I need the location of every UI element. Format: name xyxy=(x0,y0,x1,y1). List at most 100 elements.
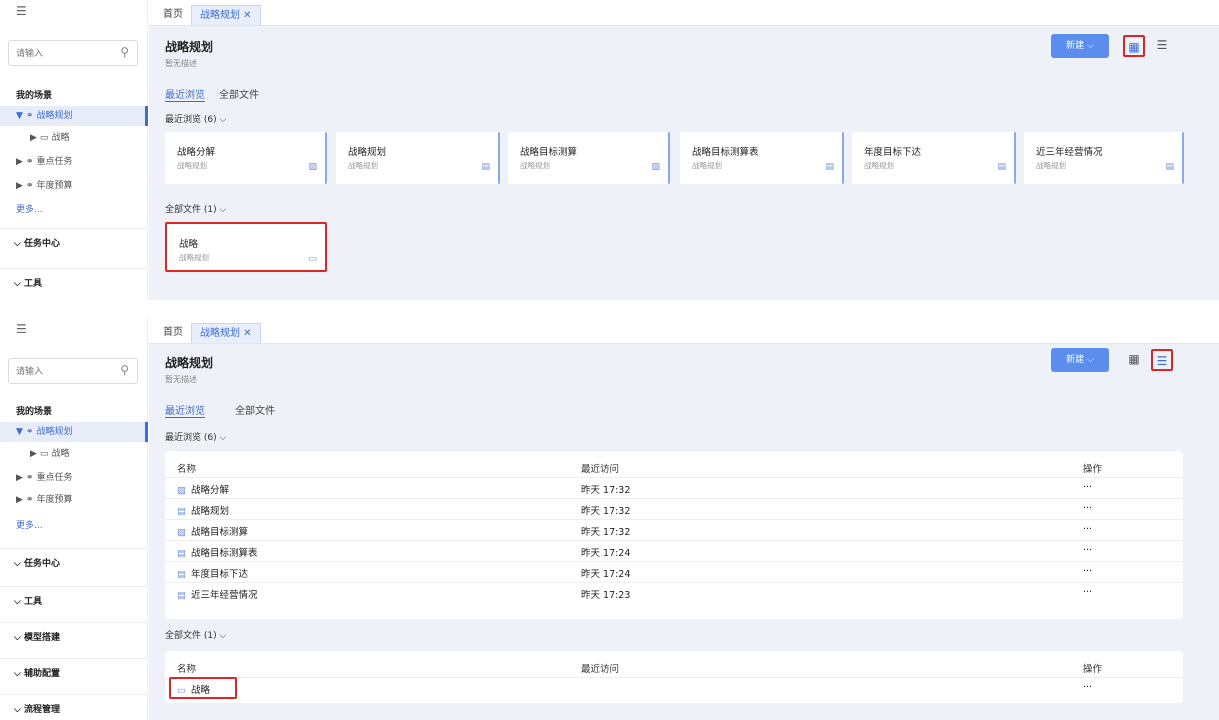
sidebar-item-strategy-planning[interactable]: ▼ ⚭ 战略规划 xyxy=(0,422,148,442)
list-view-icon[interactable]: ☰ xyxy=(1151,35,1173,57)
more-actions-icon: ··· xyxy=(1083,524,1093,535)
card-view-panel: ☰ ⚲ 我的场景 ▼⚭战略规划 ▶▭战略 ▶⚭重点任务 ▶⚭年度预算 更多...… xyxy=(0,0,1219,300)
table-row[interactable]: ▨ 战略目标测算 昨天 17:32 ··· xyxy=(165,519,1183,540)
tab-current[interactable]: 战略规划 ✕ xyxy=(191,323,261,343)
table-row[interactable]: ▨ 战略分解 昨天 17:32 ··· xyxy=(165,477,1183,498)
scene-icon: ⚭ xyxy=(25,473,34,483)
new-button[interactable]: 新建 ⌵ xyxy=(1051,348,1109,372)
folder-icon: ▭ xyxy=(39,449,49,459)
col-actions: 操作 xyxy=(1083,464,1103,475)
recent-section-label[interactable]: 最近浏览 (6) ⌵ xyxy=(165,430,226,443)
grid-view-icon[interactable]: ▦ xyxy=(1123,35,1145,57)
sidebar-item-annual-budget[interactable]: ▶ ⚭ 年度预算 xyxy=(0,490,148,510)
tab-home[interactable]: 首页 xyxy=(155,5,191,25)
search-icon[interactable]: ⚲ xyxy=(120,363,129,377)
scene-icon: ⚭ xyxy=(25,157,34,167)
search-input[interactable] xyxy=(9,360,109,384)
all-files-section-label[interactable]: 全部文件 (1) ⌵ xyxy=(165,202,226,215)
new-button[interactable]: 新建 ⌵ xyxy=(1051,34,1109,58)
doc-file-icon: ▤ xyxy=(177,569,186,580)
more-actions-icon: ··· xyxy=(1083,545,1093,556)
more-actions-icon: ··· xyxy=(1083,587,1093,598)
chart-file-icon: ▨ xyxy=(177,527,186,538)
more-actions-icon: ··· xyxy=(1083,682,1093,693)
tab-all-files[interactable]: 全部文件 xyxy=(235,402,275,417)
chart-file-icon: ▨ xyxy=(308,162,317,172)
sidebar-item-strategy-planning[interactable]: ▼ ⚭ 战略规划 xyxy=(0,106,148,126)
tab-recent[interactable]: 最近浏览 xyxy=(165,402,205,418)
sidebar-item-annual-budget[interactable]: ▶ ⚭ 年度预算 xyxy=(0,176,148,196)
scene-icon: ⚭ xyxy=(25,111,34,121)
recent-card[interactable]: 战略规划 战略规划 ▤ xyxy=(336,132,500,184)
recent-card[interactable]: 年度目标下达 战略规划 ▤ xyxy=(852,132,1016,184)
doc-file-icon: ▤ xyxy=(177,506,186,517)
recent-card[interactable]: 战略分解 战略规划 ▨ xyxy=(165,132,327,184)
group-task-center[interactable]: ⌵ 任务中心 xyxy=(0,228,148,258)
group-task-center[interactable]: ⌵ 任务中心 xyxy=(0,548,148,578)
doc-file-icon: ▤ xyxy=(997,162,1006,172)
col-last-visit: 最近访问 xyxy=(581,664,620,675)
search-box[interactable]: ⚲ xyxy=(8,358,138,384)
recent-table: 名称 最近访问 操作 ▨ 战略分解 昨天 17:32 ··· ▤ 战略规划 昨天 17:3… xyxy=(165,451,1183,619)
group-tools[interactable]: ⌵ 工具 xyxy=(0,268,148,298)
recent-card[interactable]: 近三年经营情况 战略规划 ▤ xyxy=(1024,132,1184,184)
section-title: 我的场景 xyxy=(16,407,53,417)
recent-card[interactable]: 战略目标测算表 战略规划 ▤ xyxy=(680,132,844,184)
tab-bar: 首页 战略规划 ✕ xyxy=(149,0,1219,26)
sidebar-item-key-tasks[interactable]: ▶ ⚭ 重点任务 xyxy=(0,468,148,488)
chart-file-icon: ▨ xyxy=(177,485,186,496)
search-box[interactable]: ⚲ xyxy=(8,40,138,66)
doc-file-icon: ▤ xyxy=(177,590,186,601)
more-link[interactable]: 更多... xyxy=(16,518,43,531)
tab-home[interactable]: 首页 xyxy=(155,323,191,343)
tab-recent[interactable]: 最近浏览 xyxy=(165,86,205,102)
table-row[interactable]: ▭ 战略 ··· xyxy=(165,677,1183,698)
page-title: 战略规划 xyxy=(165,40,214,54)
doc-file-icon: ▤ xyxy=(481,162,490,172)
table-row[interactable]: ▤ 战略规划 昨天 17:32 ··· xyxy=(165,498,1183,519)
tab-all-files[interactable]: 全部文件 xyxy=(219,86,259,101)
col-name: 名称 xyxy=(177,464,197,475)
recent-card[interactable]: 战略目标测算 战略规划 ▨ xyxy=(508,132,670,184)
doc-file-icon: ▤ xyxy=(825,162,834,172)
search-icon[interactable]: ⚲ xyxy=(120,45,129,59)
sidebar: ☰ ⚲ 我的场景 ▼⚭战略规划 ▶▭战略 ▶⚭重点任务 ▶⚭年度预算 更多...… xyxy=(0,0,148,300)
more-actions-icon: ··· xyxy=(1083,503,1093,514)
sidebar-item-strategy[interactable]: ▶ ▭ 战略 xyxy=(0,444,148,464)
scene-icon: ⚭ xyxy=(25,181,34,191)
col-last-visit: 最近访问 xyxy=(581,464,620,475)
sidebar: ☰ ⚲ 我的场景 ▼⚭战略规划 ▶▭战略 ▶⚭重点任务 ▶⚭年度预算 更多...… xyxy=(0,318,148,720)
col-name: 名称 xyxy=(177,664,197,675)
search-input[interactable] xyxy=(9,42,109,66)
highlight-box xyxy=(169,677,237,699)
group-model-build[interactable]: ⌵ 模型搭建 xyxy=(0,622,148,652)
main-area: 首页 战略规划 ✕ 战略规划 暂无描述 新建 ⌵ ▦ ☰ 最近浏览 全部文件 最… xyxy=(149,0,1219,300)
recent-section-label[interactable]: 最近浏览 (6) ⌵ xyxy=(165,112,226,125)
page-title: 战略规划 xyxy=(165,356,214,370)
menu-toggle-icon[interactable]: ☰ xyxy=(16,322,27,336)
all-files-table: 名称 最近访问 操作 ▭ 战略 ··· xyxy=(165,651,1183,703)
sidebar-item-strategy[interactable]: ▶ ▭ 战略 xyxy=(0,128,148,148)
table-row[interactable]: ▤ 年度目标下达 昨天 17:24 ··· xyxy=(165,561,1183,582)
menu-toggle-icon[interactable]: ☰ xyxy=(16,4,27,18)
chart-file-icon: ▨ xyxy=(651,162,660,172)
group-aux-config[interactable]: ⌵ 辅助配置 xyxy=(0,658,148,688)
folder-card[interactable]: 战略 战略规划 ▭ xyxy=(165,222,327,272)
all-files-section-label[interactable]: 全部文件 (1) ⌵ xyxy=(165,628,226,641)
folder-icon: ▭ xyxy=(308,254,317,264)
sidebar-item-key-tasks[interactable]: ▶ ⚭ 重点任务 xyxy=(0,152,148,172)
folder-icon: ▭ xyxy=(39,133,49,143)
main-area: 首页 战略规划 ✕ 战略规划 暂无描述 新建 ⌵ ▦ ☰ 最近浏览 全部文件 最… xyxy=(149,318,1219,720)
group-tools[interactable]: ⌵ 工具 xyxy=(0,586,148,616)
grid-view-icon[interactable]: ▦ xyxy=(1123,349,1145,371)
table-row[interactable]: ▤ 战略目标测算表 昨天 17:24 ··· xyxy=(165,540,1183,561)
tab-current[interactable]: 战略规划 ✕ xyxy=(191,5,261,25)
tab-bar: 首页 战略规划 ✕ xyxy=(149,318,1219,344)
section-title: 我的场景 xyxy=(16,91,53,101)
more-actions-icon: ··· xyxy=(1083,566,1093,577)
more-link[interactable]: 更多... xyxy=(16,202,43,215)
group-process-mgmt[interactable]: ⌵ 流程管理 xyxy=(0,694,148,720)
more-actions-icon: ··· xyxy=(1083,482,1093,493)
list-view-icon[interactable]: ☰ xyxy=(1151,349,1173,371)
table-row[interactable]: ▤ 近三年经营情况 昨天 17:23 ··· xyxy=(165,582,1183,603)
